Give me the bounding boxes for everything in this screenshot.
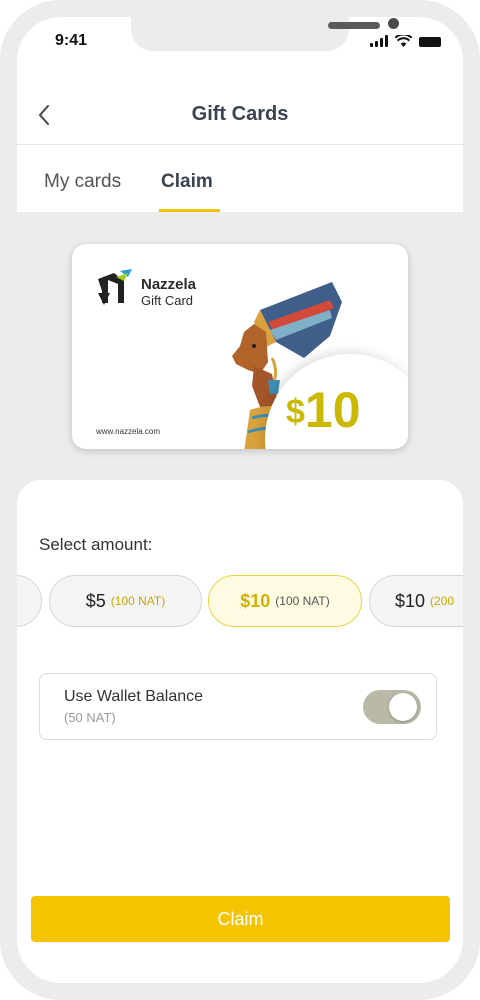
wallet-balance-option: Use Wallet Balance (50 NAT) — [39, 673, 437, 740]
currency-symbol: $ — [286, 393, 305, 431]
amount-chip[interactable]: $10 (200 — [369, 575, 463, 627]
card-brand-name: Nazzela — [141, 276, 197, 293]
status-time: 9:41 — [55, 32, 88, 49]
amount-chip-value: $10 — [395, 590, 426, 611]
amount-chip[interactable]: $5 (100 NAT) — [49, 575, 202, 627]
page-title: Gift Cards — [191, 103, 289, 125]
amount-chip-nat: (100 NAT) — [275, 594, 330, 608]
app-screen: 9:41 Gift Cards My cards Claim Nazzela G… — [17, 17, 463, 983]
device-notch — [131, 17, 399, 51]
claim-button[interactable]: Claim — [31, 896, 450, 942]
nazzela-logo-icon — [98, 269, 132, 305]
select-amount-label: Select amount: — [39, 535, 153, 554]
phone-frame: 9:41 Gift Cards My cards Claim Nazzela G… — [0, 0, 480, 1000]
gift-card-preview: Nazzela Gift Card www.nazzela.com $10 — [72, 244, 408, 449]
card-url: www.nazzela.com — [96, 427, 161, 436]
amount-chip-partial[interactable] — [17, 575, 42, 627]
tab-my-cards[interactable]: My cards — [44, 171, 121, 193]
toggle-knob — [389, 693, 417, 721]
amount-chip-value: $5 — [85, 590, 106, 611]
wallet-balance-toggle[interactable] — [363, 690, 421, 724]
wallet-balance-amount: (50 NAT) — [64, 710, 116, 725]
app-header: Gift Cards — [17, 87, 463, 145]
amount-chip-nat: (200 — [430, 594, 455, 608]
amount-options[interactable]: $5 (100 NAT) $10 (100 NAT) $10 (200 — [17, 575, 463, 629]
amount-chip-nat: (100 NAT) — [110, 594, 166, 608]
tab-bar: My cards Claim — [17, 146, 463, 212]
card-brand-subtitle: Gift Card — [141, 293, 194, 308]
wifi-icon — [395, 35, 412, 47]
battery-icon — [419, 37, 441, 47]
cellular-signal-icon — [370, 35, 388, 47]
wallet-balance-label: Use Wallet Balance — [64, 688, 204, 705]
amount-chip-value: $10 — [240, 590, 271, 611]
status-icons — [370, 35, 441, 47]
speaker-grille — [328, 22, 380, 29]
amount-chip-selected[interactable]: $10 (100 NAT) — [208, 575, 362, 627]
front-camera — [388, 18, 399, 29]
card-amount-number: 10 — [304, 382, 361, 438]
card-amount-value: $10 — [286, 380, 361, 442]
tab-claim[interactable]: Claim — [161, 171, 213, 193]
